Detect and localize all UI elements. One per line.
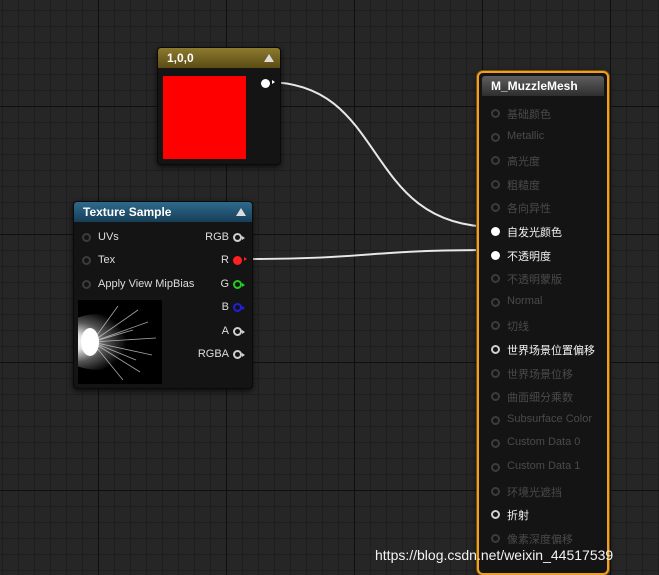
rgb-output-label: RGB [205, 231, 229, 243]
material-input-pin[interactable] [491, 109, 500, 118]
material-input-pin[interactable] [491, 439, 500, 449]
wire-constant-to-emissive [265, 81, 496, 228]
material-input-pin[interactable] [491, 510, 500, 520]
g-output-pin[interactable] [233, 280, 245, 289]
tex-input-label: Tex [98, 254, 116, 266]
material-input-label: 不透明蒙版 [507, 274, 562, 287]
material-input-pin[interactable] [491, 227, 500, 236]
material-result-node[interactable]: M_MuzzleMesh 基础颜色 Metallic 高光度粗糙度各向异性自发光颜色… [477, 71, 609, 575]
uvs-input-label: UVs [98, 231, 119, 243]
constant-output-pin[interactable] [261, 79, 275, 88]
material-input-label: Custom Data 0 [507, 436, 581, 449]
material-input-pin[interactable] [491, 368, 500, 378]
mipbias-input-label: Apply View MipBias [98, 278, 195, 290]
rgb-output-pin[interactable] [233, 233, 245, 242]
collapse-arrow-icon[interactable] [236, 208, 246, 216]
material-input-label: Custom Data 1 [507, 460, 581, 472]
texture-sample-node[interactable]: Texture Sample UVs Tex Apply View MipBia… [73, 201, 253, 389]
texture-node-title: Texture Sample [83, 205, 172, 219]
material-input-label: 世界场景位置偏移 [507, 345, 595, 357]
material-input-pin[interactable] [491, 415, 500, 425]
wire-r-to-opacity [237, 249, 496, 260]
collapse-arrow-icon[interactable] [264, 54, 274, 62]
b-output-pin[interactable] [233, 303, 245, 312]
material-input-label: 自发光颜色 [507, 227, 562, 239]
material-input-pin[interactable] [491, 179, 500, 189]
material-input-label: 环境光遮挡 [507, 486, 562, 499]
material-input-label: Subsurface Color [507, 412, 592, 425]
material-input-pin[interactable] [491, 345, 500, 354]
r-output-pin[interactable] [233, 256, 247, 265]
color-preview [163, 76, 246, 159]
texture-node-header[interactable]: Texture Sample [74, 202, 252, 222]
material-input-label: 曲面细分乘数 [507, 392, 573, 405]
material-input-label: 像素深度偏移 [507, 533, 573, 546]
material-input-label: 折射 [507, 510, 529, 523]
material-input-pin[interactable] [491, 156, 500, 166]
material-input-label: 切线 [507, 321, 529, 334]
material-node-header[interactable]: M_MuzzleMesh [482, 76, 604, 96]
material-input-label: Metallic [507, 129, 545, 142]
material-input-pin[interactable] [491, 297, 500, 307]
watermark-text: https://blog.csdn.net/weixin_44517539 [375, 547, 614, 563]
constant-node-title: 1,0,0 [167, 51, 194, 65]
g-output-label: G [220, 278, 229, 290]
material-input-pin[interactable] [491, 250, 500, 260]
muzzle-flash-texture-image [78, 305, 157, 381]
material-input-label: 各向异性 [507, 203, 551, 216]
material-input-pin[interactable] [491, 486, 500, 496]
material-input-label: 高光度 [507, 156, 540, 169]
rgba-output-label: RGBA [197, 348, 229, 360]
a-output-label: A [221, 325, 229, 337]
constant-node-header[interactable]: 1,0,0 [158, 48, 280, 68]
material-input-pin[interactable] [491, 321, 500, 331]
material-input-pin[interactable] [491, 533, 500, 543]
tex-input-pin[interactable] [82, 256, 91, 265]
material-input-label: 粗糙度 [507, 179, 540, 192]
material-node-title: M_MuzzleMesh [491, 79, 578, 93]
material-input-pin[interactable] [491, 392, 500, 402]
material-input-label: Normal [507, 294, 543, 307]
b-output-label: B [221, 301, 229, 313]
uvs-input-pin[interactable] [82, 233, 91, 242]
material-input-pin[interactable] [491, 463, 500, 472]
material-input-label: 基础颜色 [507, 109, 551, 121]
material-input-pin[interactable] [491, 203, 500, 213]
a-output-pin[interactable] [233, 327, 245, 336]
rgba-output-pin[interactable] [233, 350, 245, 359]
material-input-pin[interactable] [491, 274, 500, 284]
material-input-label: 不透明度 [507, 250, 551, 263]
texture-preview [78, 300, 162, 384]
mipbias-input-pin[interactable] [82, 280, 91, 289]
constant3vector-node[interactable]: 1,0,0 [157, 47, 281, 165]
material-input-pin[interactable] [491, 132, 500, 142]
material-input-label: 世界场景位移 [507, 368, 573, 381]
r-output-label: R [221, 254, 229, 266]
